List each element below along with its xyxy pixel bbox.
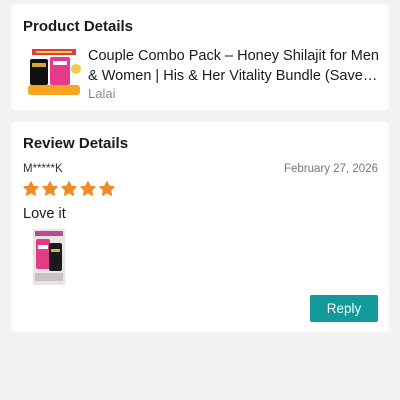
product-thumbnail[interactable] (24, 47, 84, 97)
star-rating (22, 180, 116, 200)
review-text: Love it (23, 206, 66, 222)
reply-button[interactable]: Reply (310, 295, 378, 322)
product-details-title: Product Details (23, 18, 134, 35)
star-icon (99, 181, 115, 196)
star-icon (61, 181, 77, 196)
star-icon (42, 181, 58, 196)
star-icon (23, 181, 39, 196)
review-photo[interactable] (33, 229, 65, 285)
shop-name[interactable]: Lalai (88, 86, 115, 101)
review-details-title: Review Details (23, 135, 129, 152)
review-date: February 27, 2026 (284, 163, 378, 175)
star-icon (80, 181, 96, 196)
product-details-card: Product Details Couple Combo Pack – Hone… (11, 4, 389, 110)
reviewer-name: M*****K (23, 163, 63, 175)
review-details-card: Review Details M*****K February 27, 2026… (11, 122, 389, 332)
product-name[interactable]: Couple Combo Pack – Honey Shilajit for M… (88, 46, 380, 86)
